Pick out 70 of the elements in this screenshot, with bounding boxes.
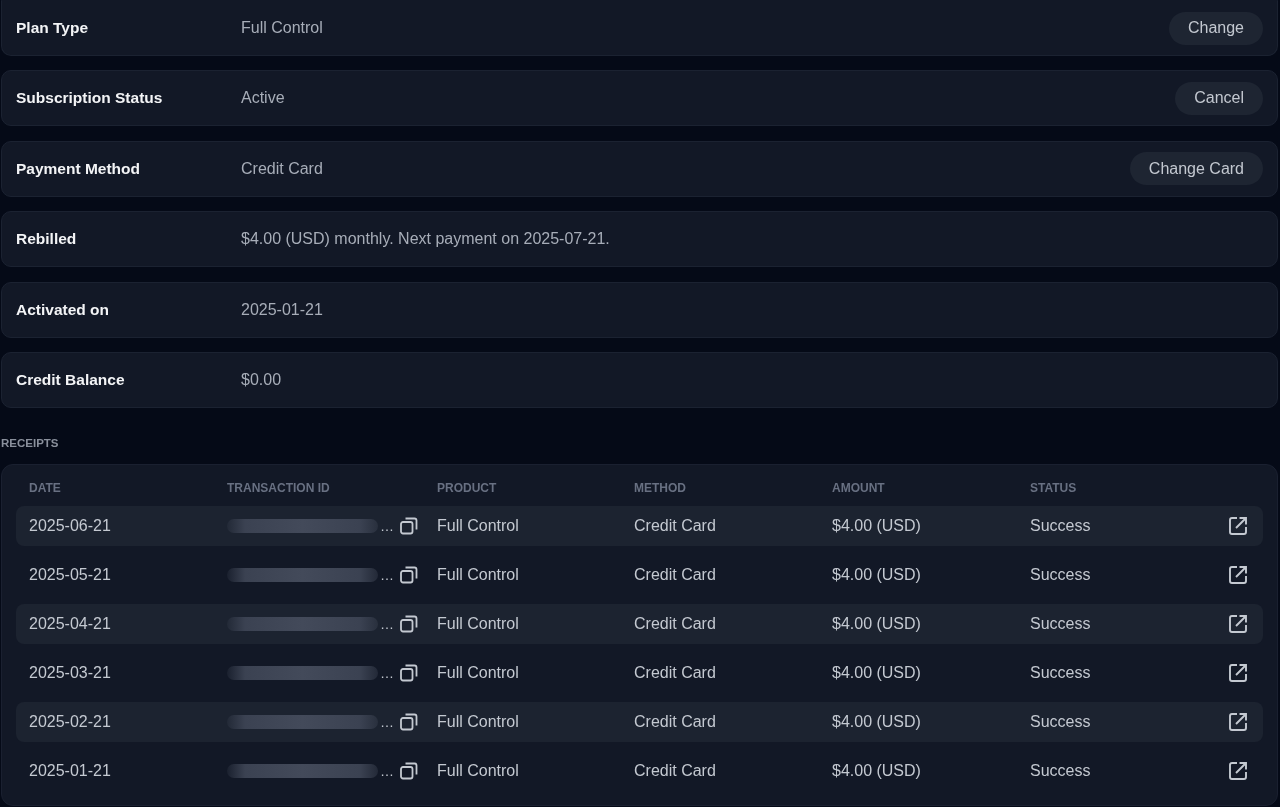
table-cell: 2025-01-21 xyxy=(29,761,111,780)
copy-icon[interactable] xyxy=(400,712,418,731)
external-link-icon[interactable] xyxy=(1228,613,1248,634)
external-link-icon[interactable] xyxy=(1228,760,1248,781)
table-cell: Credit Card xyxy=(634,516,716,535)
table-cell: Full Control xyxy=(437,614,519,633)
column-header: METHOD xyxy=(634,480,686,495)
table-cell: … xyxy=(380,664,394,681)
action-button[interactable]: Change Card xyxy=(1129,152,1263,186)
table-cell: Credit Card xyxy=(634,761,716,780)
table-cell: $4.00 (USD) xyxy=(832,614,921,633)
column-header: STATUS xyxy=(1030,480,1077,495)
table-cell: … xyxy=(380,615,394,632)
detail-label: Payment Method xyxy=(16,159,140,178)
column-header: DATE xyxy=(29,480,61,495)
copy-icon[interactable] xyxy=(400,565,418,584)
action-button[interactable]: Change xyxy=(1168,11,1263,45)
external-link-icon[interactable] xyxy=(1228,711,1248,732)
table-cell: Full Control xyxy=(437,663,519,682)
table-cell: Credit Card xyxy=(634,614,716,633)
table-cell: $4.00 (USD) xyxy=(832,516,921,535)
copy-icon[interactable] xyxy=(400,761,418,780)
table-cell: Success xyxy=(1030,614,1091,633)
detail-label: Rebilled xyxy=(16,230,77,249)
table-cell: $4.00 (USD) xyxy=(832,761,921,780)
table-cell: Full Control xyxy=(437,565,519,584)
detail-value: Active xyxy=(241,89,285,108)
table-cell: Full Control xyxy=(437,761,519,780)
table-cell: 2025-06-21 xyxy=(29,516,111,535)
table-cell: $4.00 (USD) xyxy=(832,565,921,584)
copy-icon[interactable] xyxy=(400,663,418,682)
detail-label: Plan Type xyxy=(16,19,89,37)
table-cell: … xyxy=(380,566,394,583)
copy-icon[interactable] xyxy=(400,614,418,633)
table-cell: 2025-03-21 xyxy=(29,663,111,682)
table-cell: Credit Card xyxy=(634,565,716,584)
detail-label: Subscription Status xyxy=(16,89,163,108)
table-cell: … xyxy=(380,517,394,534)
detail-value: 2025-01-21 xyxy=(241,300,323,319)
table-cell: Success xyxy=(1030,712,1091,731)
column-header: AMOUNT xyxy=(832,480,885,495)
table-cell: Success xyxy=(1030,663,1091,682)
external-link-icon[interactable] xyxy=(1228,662,1248,683)
detail-value: Full Control xyxy=(241,19,323,37)
table-cell: … xyxy=(380,713,394,730)
action-button[interactable]: Cancel xyxy=(1175,81,1263,115)
table-cell: Success xyxy=(1030,516,1091,535)
section-title: RECEIPTS xyxy=(1,435,59,450)
detail-value: $0.00 xyxy=(241,370,282,389)
detail-value: Credit Card xyxy=(241,159,323,178)
copy-icon[interactable] xyxy=(400,516,418,535)
detail-label: Activated on xyxy=(16,300,109,319)
table-cell: 2025-04-21 xyxy=(29,614,111,633)
table-cell: Success xyxy=(1030,761,1091,780)
table-cell: Credit Card xyxy=(634,712,716,731)
table-cell: Full Control xyxy=(437,712,519,731)
detail-value: $4.00 (USD) monthly. Next payment on 2025-07-21. xyxy=(241,230,610,249)
external-link-icon[interactable] xyxy=(1228,564,1248,585)
table-cell: Full Control xyxy=(437,516,519,535)
column-header: TRANSACTION ID xyxy=(227,480,330,495)
table-cell: 2025-05-21 xyxy=(29,565,111,584)
detail-label: Credit Balance xyxy=(16,370,125,389)
table-cell: Success xyxy=(1030,565,1091,584)
column-header: PRODUCT xyxy=(437,480,497,495)
external-link-icon[interactable] xyxy=(1228,515,1248,536)
table-cell: … xyxy=(380,762,394,779)
table-cell: Credit Card xyxy=(634,663,716,682)
table-cell: $4.00 (USD) xyxy=(832,712,921,731)
table-cell: 2025-02-21 xyxy=(29,712,111,731)
table-cell: $4.00 (USD) xyxy=(832,663,921,682)
